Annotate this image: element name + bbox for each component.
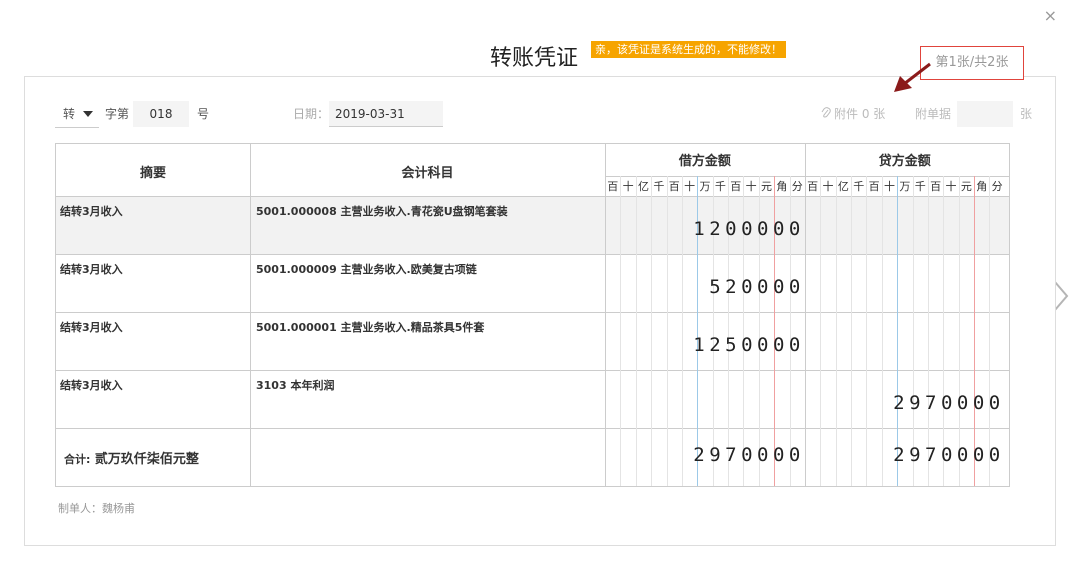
digit-divider: [835, 176, 837, 486]
total-debit-amount: 2970000: [693, 444, 805, 466]
digit-divider: [820, 176, 822, 486]
digit-unit-header: 千: [914, 180, 926, 193]
digit-unit-header: 百: [807, 180, 819, 193]
zhang-label: 张: [1020, 107, 1033, 121]
digit-unit-header: 百: [607, 180, 619, 193]
paperclip-icon: [821, 107, 831, 118]
digit-divider: [866, 176, 868, 486]
debit-amount-cell: 1200000: [693, 218, 805, 240]
digit-divider: [851, 176, 852, 486]
readonly-notice: 亲，该凭证是系统生成的，不能修改！: [591, 41, 786, 58]
digit-unit-header: 分: [991, 180, 1003, 193]
attachments-count: 附件 0 张: [834, 107, 886, 121]
digit-unit-header: 角: [776, 180, 788, 193]
digit-divider: [881, 176, 883, 486]
debit-header: 借方金额: [678, 154, 731, 169]
debit-amount-cell: 520000: [709, 276, 805, 298]
date-label: 日期：: [293, 107, 330, 121]
digit-unit-header: 十: [822, 180, 834, 193]
digit-unit-header: 十: [684, 180, 696, 193]
total-credit-amount: 2970000: [893, 444, 1005, 466]
pointer-arrow-icon: [894, 62, 931, 92]
credit-amount-cell: 2970000: [893, 392, 1005, 414]
date-input[interactable]: 2019-03-31: [329, 101, 443, 127]
digit-unit-header: 万: [699, 180, 711, 193]
total-prefix: 合计:: [64, 453, 91, 466]
digit-divider: [974, 176, 975, 486]
debit-amount-cell: 1250000: [693, 334, 805, 356]
digit-divider: [897, 176, 899, 486]
account-cell[interactable]: 5001.000008 主营业务收入.青花瓷U盘钢笔套装: [256, 203, 508, 219]
caret-down-icon: [83, 111, 93, 117]
digit-unit-header: 亿: [637, 180, 649, 193]
account-cell[interactable]: 3103 本年利润: [256, 377, 334, 393]
account-cell[interactable]: 5001.000009 主营业务收入.欧美复古项链: [256, 261, 477, 277]
digit-divider: [927, 176, 929, 486]
summary-cell[interactable]: 结转3月收入: [60, 319, 123, 335]
digit-unit-header: 百: [730, 180, 742, 193]
account-header: 会计科目: [401, 166, 454, 181]
digit-unit-header: 十: [745, 180, 757, 193]
digit-divider: [958, 176, 960, 486]
digit-divider: [912, 176, 914, 486]
summary-cell[interactable]: 结转3月收入: [60, 377, 123, 393]
summary-cell[interactable]: 结转3月收入: [60, 203, 123, 219]
digit-unit-header: 百: [930, 180, 942, 193]
digit-unit-header: 百: [868, 180, 880, 193]
digit-unit-header: 分: [791, 180, 803, 193]
digit-unit-header: 角: [976, 180, 988, 193]
voucher-title: 转账凭证: [490, 46, 579, 71]
digit-unit-header: 十: [883, 180, 895, 193]
digit-unit-header: 千: [853, 180, 865, 193]
digit-unit-header: 十: [945, 180, 957, 193]
digit-divider: [989, 176, 991, 486]
voucher-header-form: 转 字第 018 号 日期： 2019-03-31 附件 0 张 附单据 张: [55, 101, 1035, 128]
maker-info: 制单人：魏杨甫: [58, 502, 135, 515]
total-label: 合计: 贰万玖仟柒佰元整: [64, 448, 199, 467]
total-amount-words: 贰万玖仟柒佰元整: [90, 452, 199, 467]
attachments-link[interactable]: 附件 0 张: [821, 101, 885, 127]
digit-unit-header: 百: [668, 180, 680, 193]
credit-header: 贷方金额: [878, 154, 931, 169]
digit-unit-header: 千: [714, 180, 726, 193]
digit-unit-header: 千: [653, 180, 665, 193]
zi-label: 字第: [105, 107, 130, 121]
column-divider: [250, 144, 251, 486]
digit-unit-header: 元: [960, 180, 972, 193]
attach-docs-input[interactable]: [957, 101, 1013, 127]
page-indicator: 第1张/共2张: [920, 46, 1024, 80]
account-cell[interactable]: 5001.000001 主营业务收入.精品茶具5件套: [256, 319, 484, 335]
digit-divider: [943, 176, 945, 486]
summary-header: 摘要: [139, 166, 166, 181]
hao-label: 号: [197, 107, 210, 121]
summary-cell[interactable]: 结转3月收入: [60, 261, 123, 277]
voucher-table: 摘要 会计科目 借方金额 贷方金额百十亿千百十万千百十元角分百十亿千百十万千百十元角分…: [55, 143, 1010, 487]
voucher-type-select[interactable]: 转: [55, 101, 99, 128]
close-button[interactable]: ×: [1044, 6, 1057, 25]
digit-unit-header: 万: [899, 180, 911, 193]
voucher-number-input[interactable]: 018: [133, 101, 189, 127]
voucher-type-value: 转: [63, 107, 76, 121]
digit-unit-header: 十: [622, 180, 634, 193]
attach-docs-label: 附单据: [915, 107, 952, 121]
digit-unit-header: 亿: [837, 180, 849, 193]
digit-unit-header: 元: [760, 180, 772, 193]
